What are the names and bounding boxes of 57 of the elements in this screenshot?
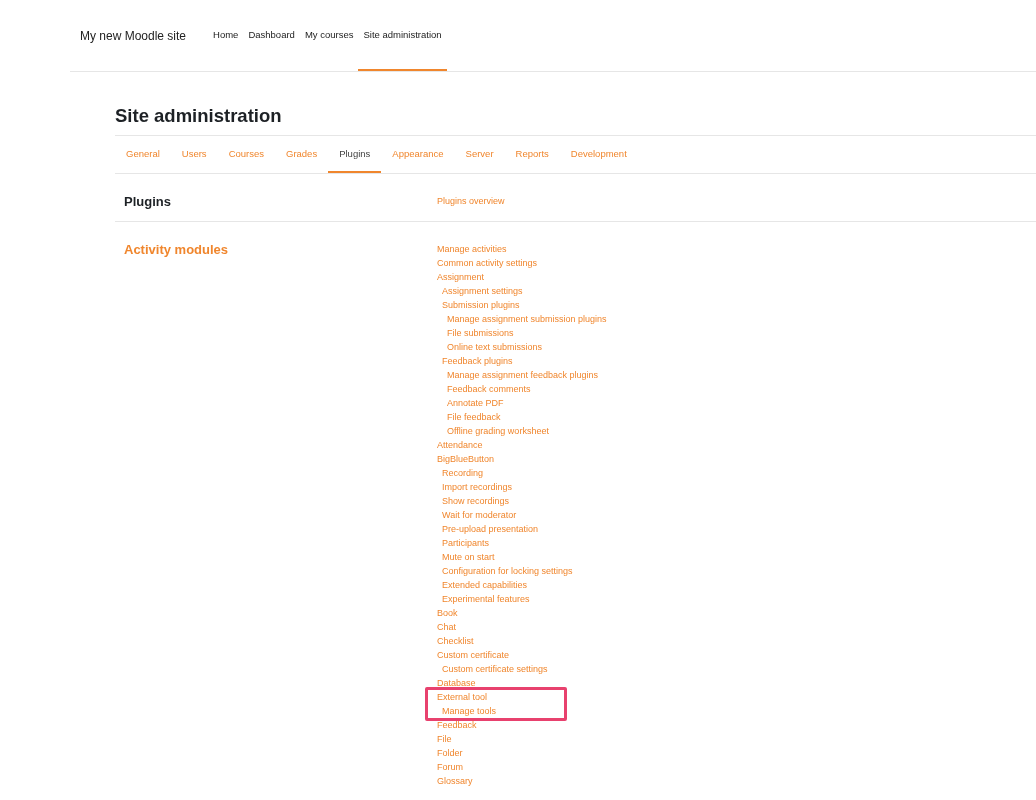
settings-link[interactable]: External tool — [437, 690, 488, 704]
settings-link[interactable]: Forum — [437, 760, 463, 774]
site-name[interactable]: My new Moodle site — [80, 28, 187, 43]
settings-link[interactable]: Custom certificate settings — [437, 662, 548, 676]
settings-link[interactable]: Manage tools — [437, 704, 497, 718]
settings-link[interactable]: Pre-upload presentation — [437, 522, 539, 536]
settings-link[interactable]: Custom certificate — [437, 648, 510, 662]
settings-link[interactable]: Common activity settings — [437, 256, 538, 270]
settings-link[interactable]: File feedback — [437, 410, 501, 424]
tab[interactable]: Plugins — [328, 136, 382, 173]
settings-link[interactable]: Submission plugins — [437, 298, 520, 312]
settings-link[interactable]: Experimental features — [437, 592, 530, 606]
settings-link[interactable]: Folder — [437, 746, 463, 760]
settings-link[interactable]: Extended capabilities — [437, 578, 528, 592]
settings-link[interactable]: Manage assignment submission plugins — [437, 312, 607, 326]
nav-link[interactable]: Home — [208, 0, 244, 71]
settings-link[interactable]: BigBlueButton — [437, 452, 495, 466]
settings-link[interactable]: File submissions — [437, 326, 514, 340]
section-title[interactable]: Activity modules — [124, 242, 229, 257]
settings-link[interactable]: Show recordings — [437, 494, 510, 508]
settings-link[interactable]: Mute on start — [437, 550, 495, 564]
settings-link[interactable]: Wait for moderator — [437, 508, 517, 522]
tab[interactable]: Courses — [217, 136, 275, 173]
settings-link[interactable]: Chat — [437, 620, 456, 634]
settings-link[interactable]: Manage activities — [437, 242, 507, 256]
settings-link[interactable]: Import recordings — [437, 480, 513, 494]
settings-link[interactable]: Annotate PDF — [437, 396, 504, 410]
settings-link[interactable]: Manage assignment feedback plugins — [437, 368, 599, 382]
settings-link[interactable]: Checklist — [437, 634, 474, 648]
settings-link[interactable]: File — [437, 732, 452, 746]
tab[interactable]: Appearance — [381, 136, 455, 173]
nav-link[interactable]: My courses — [299, 0, 359, 71]
settings-link[interactable]: Recording — [437, 466, 484, 480]
settings-link[interactable]: Assignment — [437, 270, 485, 284]
settings-link[interactable]: Feedback plugins — [437, 354, 513, 368]
tab[interactable]: Development — [559, 136, 638, 173]
settings-link[interactable]: Glossary — [437, 774, 473, 788]
tab[interactable]: Grades — [275, 136, 329, 173]
tab[interactable]: Reports — [504, 136, 560, 173]
section-title: Plugins — [124, 194, 171, 209]
settings-link[interactable]: Assignment settings — [437, 284, 523, 298]
settings-link[interactable]: Attendance — [437, 438, 483, 452]
settings-link[interactable]: Participants — [437, 536, 490, 550]
settings-link[interactable]: Plugins overview — [437, 194, 505, 208]
tab[interactable]: General — [115, 136, 171, 173]
settings-link[interactable]: Feedback comments — [437, 382, 531, 396]
tab[interactable]: Users — [170, 136, 218, 173]
nav-link[interactable]: Dashboard — [243, 0, 300, 71]
settings-link[interactable]: Online text submissions — [437, 340, 543, 354]
settings-link[interactable]: Book — [437, 606, 458, 620]
tab[interactable]: Server — [454, 136, 505, 173]
page-title: Site administration — [115, 105, 283, 127]
settings-link[interactable]: Configuration for locking settings — [437, 564, 573, 578]
nav-link[interactable]: Site administration — [358, 0, 447, 71]
settings-link[interactable]: Feedback — [437, 718, 477, 732]
settings-link[interactable]: Offline grading worksheet — [437, 424, 549, 438]
settings-link[interactable]: Database — [437, 676, 476, 690]
